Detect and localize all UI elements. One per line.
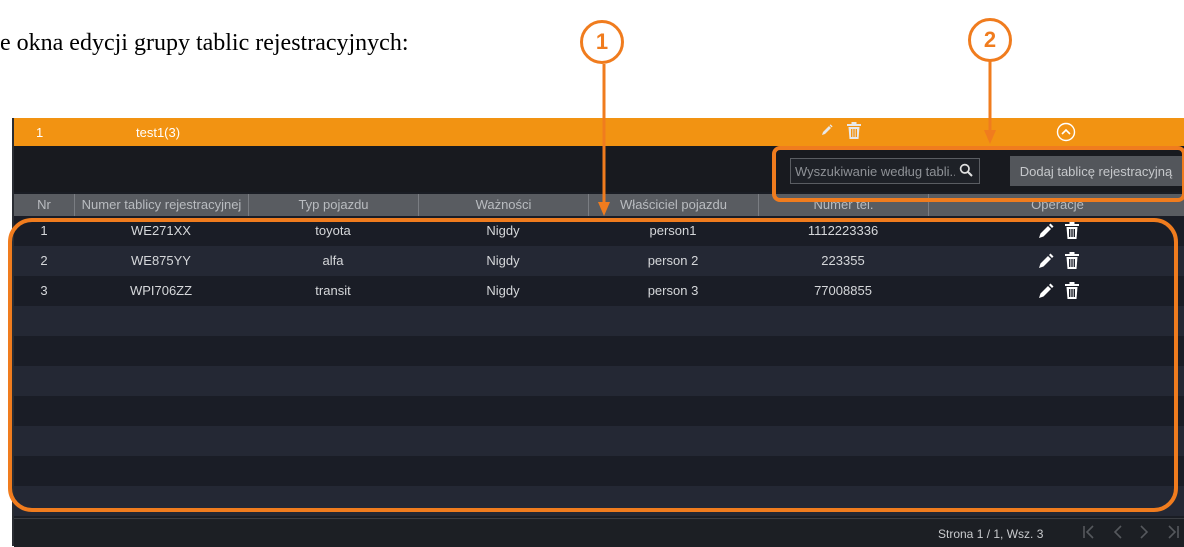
group-number: 1 [36,125,44,140]
pagination-bar: Strona 1 / 1, Wsz. 3 [14,518,1184,547]
column-header-type[interactable]: Typ pojazdu [248,194,418,216]
last-page-icon[interactable] [1166,524,1180,543]
column-header-owner[interactable]: Właściciel pojazdu [588,194,758,216]
callout-arrow-2 [984,60,996,144]
callout-arrow-1 [598,64,610,216]
table-highlight-frame [8,218,1178,512]
column-header-nr[interactable]: Nr [14,194,74,216]
document-caption: e okna edycji grupy tablic rejestracyjny… [0,30,409,56]
first-page-icon[interactable] [1082,524,1096,543]
callout-marker-2: 2 [968,18,1012,62]
column-header-plate[interactable]: Numer tablicy rejestracyjnej [74,194,248,216]
column-header-validity[interactable]: Ważności [418,194,588,216]
toolbar-highlight-frame [772,146,1184,202]
next-page-icon[interactable] [1138,524,1150,543]
group-name: test1(3) [136,125,181,140]
page-info: Strona 1 / 1, Wsz. 3 [938,527,1044,541]
collapse-chevron-icon[interactable] [1056,122,1076,145]
callout-marker-1: 1 [580,20,624,64]
pencil-icon[interactable] [820,123,834,140]
prev-page-icon[interactable] [1112,524,1124,543]
trash-icon[interactable] [846,122,862,143]
